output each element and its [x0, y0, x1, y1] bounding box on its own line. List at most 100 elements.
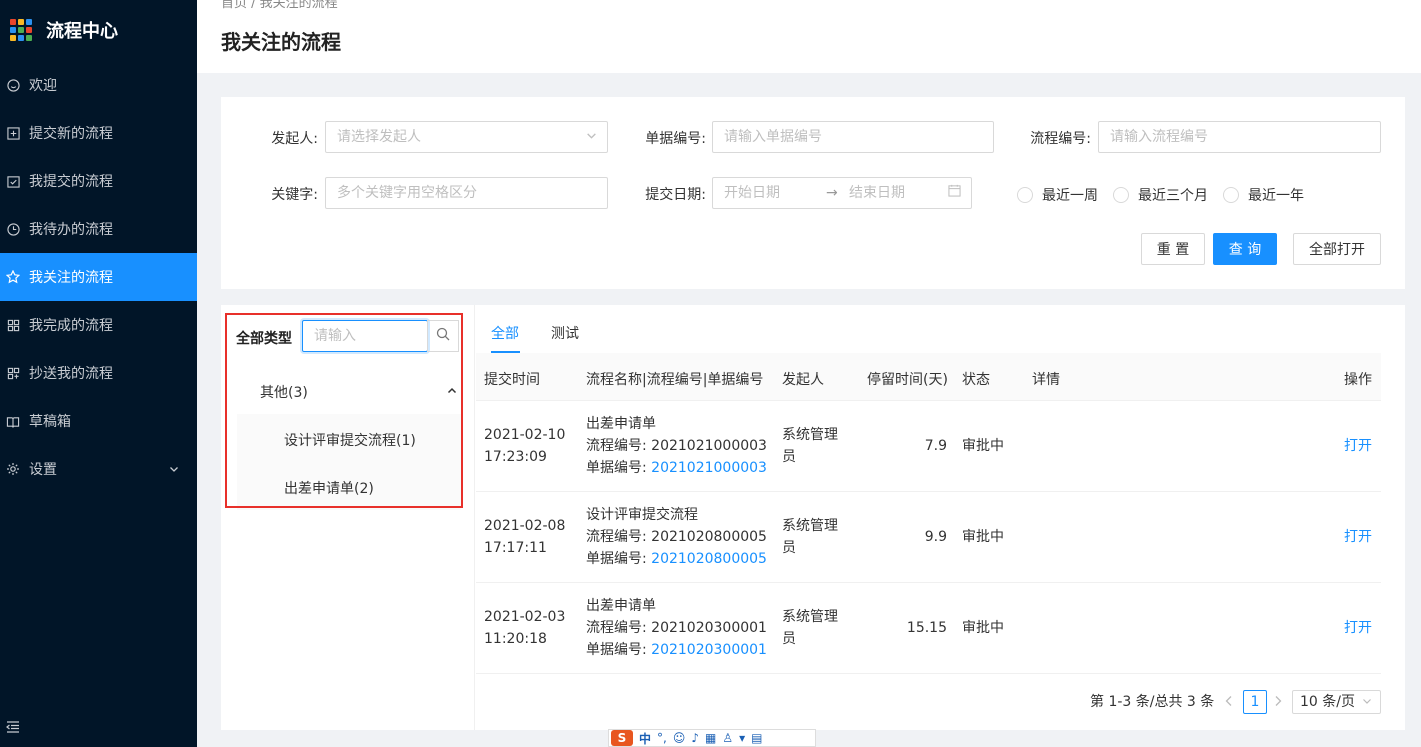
doc-no-input[interactable]: 请输入单据编号 — [712, 121, 994, 153]
initiator-wrap: 员 — [782, 631, 796, 647]
column-header: 流程名称|流程编号|单据编号 — [586, 372, 764, 388]
skin-icon[interactable]: ▾ — [739, 731, 745, 745]
chevron-down-icon — [586, 122, 597, 152]
sidebar-item-followed[interactable]: 我关注的流程 — [0, 253, 197, 301]
sidebar-item-submit-new[interactable]: 提交新的流程 — [0, 109, 197, 157]
radio-circle — [1017, 187, 1033, 203]
keyword-input[interactable]: 多个关键字用空格区分 — [325, 177, 608, 209]
flow-number: 流程编号: 2021021000003 — [586, 438, 767, 454]
keyword-placeholder: 多个关键字用空格区分 — [337, 185, 477, 201]
chevron-left-icon[interactable] — [1224, 695, 1234, 711]
column-header: 提交时间 — [484, 372, 540, 388]
initiator-placeholder: 请选择发起人 — [337, 129, 421, 145]
star-icon — [6, 270, 20, 284]
chevron-down-icon — [169, 462, 179, 478]
ime-mode[interactable]: 中 — [639, 730, 651, 747]
highlight-box — [225, 313, 463, 508]
sidebar-item-label: 我提交的流程 — [29, 174, 113, 190]
plus-square-icon — [6, 126, 20, 140]
sidebar-item-completed[interactable]: 我完成的流程 — [0, 301, 197, 349]
doc-number: 单据编号: 2021020300001 — [586, 639, 767, 661]
tab-all[interactable]: 全部 — [491, 323, 519, 343]
sidebar-item-my-submitted[interactable]: 我提交的流程 — [0, 157, 197, 205]
ime-logo-icon: S — [611, 730, 633, 746]
breadcrumb[interactable]: 首页 / 我关注的流程 — [221, 0, 338, 11]
clock-icon — [6, 222, 20, 236]
flow-number: 流程编号: 2021020800005 — [586, 529, 767, 545]
submit-date: 2021-02-10 — [484, 427, 566, 443]
date-range-picker[interactable]: 开始日期 → 结束日期 — [712, 177, 972, 209]
menu-fold-icon[interactable] — [6, 721, 20, 737]
page-size-select[interactable]: 10 条/页 — [1292, 690, 1381, 714]
sidebar-item-label: 抄送我的流程 — [29, 366, 113, 382]
date-start[interactable]: 开始日期 — [724, 185, 780, 201]
initiator: 系统管理 — [782, 518, 838, 534]
initiator-select[interactable]: 请选择发起人 — [325, 121, 608, 153]
microphone-icon[interactable]: ♪ — [691, 731, 699, 745]
flow-name: 设计评审提交流程 — [586, 507, 698, 523]
check-square-icon — [6, 174, 20, 188]
chevron-right-icon[interactable] — [1273, 695, 1283, 711]
page-header: 首页 / 我关注的流程 我关注的流程 — [197, 0, 1421, 73]
apps-grid-icon — [10, 19, 32, 41]
logo[interactable]: 流程中心 — [0, 0, 197, 60]
doc-number-link[interactable]: 2021020300001 — [651, 642, 767, 658]
table-row: 2021-02-10 17:23:09 出差申请单 流程编号: 20210210… — [476, 401, 1381, 492]
doc-no-label: 单据编号: — [645, 131, 706, 147]
sidebar-item-label: 提交新的流程 — [29, 126, 113, 142]
initiator: 系统管理 — [782, 427, 838, 443]
flow-name: 出差申请单 — [586, 416, 656, 432]
open-link[interactable]: 打开 — [1344, 435, 1372, 457]
sidebar-item-cc-me[interactable]: 抄送我的流程 — [0, 349, 197, 397]
doc-number-link[interactable]: 2021020800005 — [651, 551, 767, 567]
sidebar-item-label: 欢迎 — [29, 78, 57, 94]
submit-time: 11:20:18 — [484, 631, 547, 647]
flow-no-label: 流程编号: — [1030, 131, 1091, 147]
ime-toolbar[interactable]: S 中 °, ☺ ♪ ▦ ♙ ▾ ▤ — [608, 729, 816, 747]
flow-name: 出差申请单 — [586, 598, 656, 614]
arrow-right-icon: → — [826, 185, 838, 201]
sidebar-item-my-todo[interactable]: 我待办的流程 — [0, 205, 197, 253]
sidebar-item-label: 我关注的流程 — [29, 270, 113, 286]
app-title: 流程中心 — [46, 21, 118, 42]
page-title: 我关注的流程 — [221, 30, 341, 54]
calendar-icon — [948, 178, 961, 208]
page-1-button[interactable]: 1 — [1243, 690, 1267, 714]
punctuation-icon[interactable]: °, — [657, 731, 667, 745]
table-header: 提交时间 流程名称|流程编号|单据编号 发起人 停留时间(天) 状态 详情 操作 — [476, 353, 1381, 401]
open-all-button[interactable]: 全部打开 — [1293, 233, 1381, 265]
date-end[interactable]: 结束日期 — [849, 178, 905, 208]
copy-icon — [6, 366, 20, 380]
smile-icon — [6, 78, 20, 92]
submit-time: 17:17:11 — [484, 540, 547, 556]
sidebar-item-drafts[interactable]: 草稿箱 — [0, 397, 197, 445]
initiator-wrap: 员 — [782, 540, 796, 556]
reset-button[interactable]: 重 置 — [1141, 233, 1205, 265]
query-button[interactable]: 查 询 — [1213, 233, 1277, 265]
radio-last-week[interactable]: 最近一周 — [1017, 185, 1098, 205]
radio-circle — [1223, 187, 1239, 203]
stay-days: 9.9 — [924, 529, 947, 545]
sidebar-item-welcome[interactable]: 欢迎 — [0, 61, 197, 109]
emoji-icon[interactable]: ☺ — [673, 731, 686, 745]
flow-no-input[interactable]: 请输入流程编号 — [1098, 121, 1381, 153]
flow-number: 流程编号: 2021020300001 — [586, 620, 767, 636]
initiator: 系统管理 — [782, 609, 838, 625]
user-icon[interactable]: ♙ — [722, 731, 733, 745]
tab-test[interactable]: 测试 — [551, 323, 579, 343]
filter-form: 发起人: 请选择发起人 单据编号: 请输入单据编号 流程编号: 请输入流程编号 … — [221, 97, 1405, 289]
sidebar: 流程中心 欢迎 提交新的流程 我提交的流程 我待办的流程 我关注的流程 我完成的… — [0, 0, 197, 747]
sidebar-item-settings[interactable]: 设置 — [0, 445, 197, 493]
open-link[interactable]: 打开 — [1344, 617, 1372, 639]
radio-circle — [1113, 187, 1129, 203]
radio-last-year[interactable]: 最近一年 — [1223, 185, 1304, 205]
column-header: 停留时间(天) — [867, 372, 948, 388]
open-link[interactable]: 打开 — [1344, 526, 1372, 548]
status-text: 审批中 — [962, 529, 1004, 545]
radio-last-3-months[interactable]: 最近三个月 — [1113, 185, 1208, 205]
submit-date: 2021-02-08 — [484, 518, 566, 534]
radio-label: 最近一周 — [1042, 188, 1098, 204]
keyboard-icon[interactable]: ▦ — [705, 731, 716, 745]
doc-number-link[interactable]: 2021021000003 — [651, 460, 767, 476]
grid-icon[interactable]: ▤ — [751, 731, 762, 745]
